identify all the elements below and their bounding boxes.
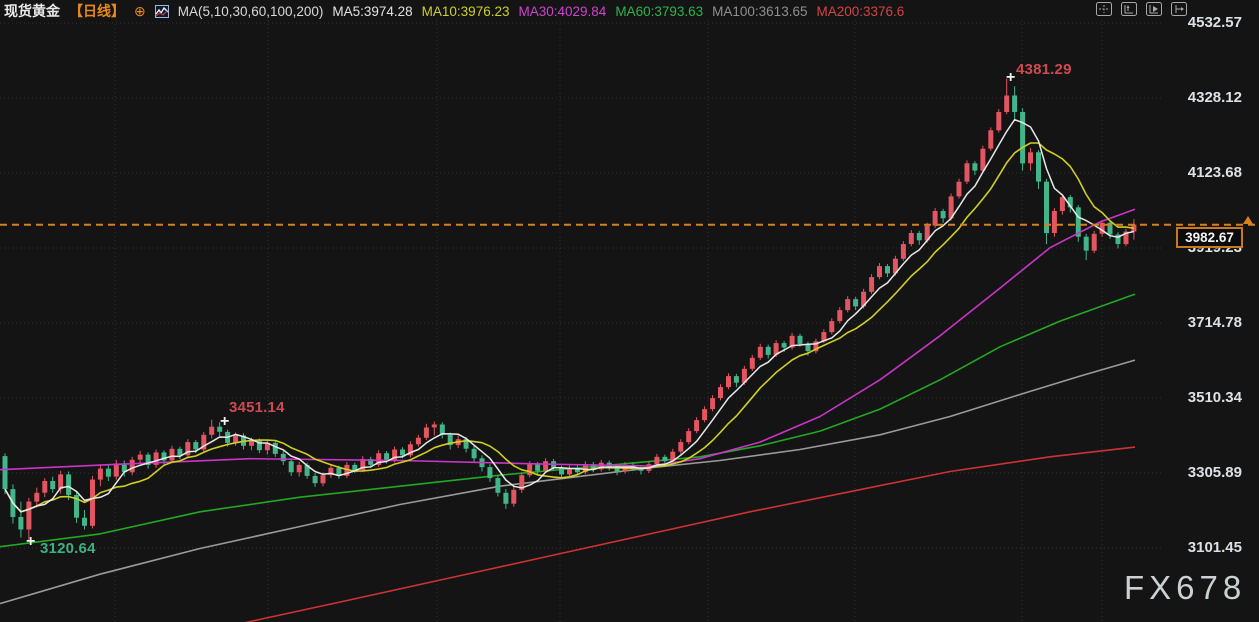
axis-price-label: 4123.68 bbox=[1164, 164, 1242, 181]
last-price-tag: 3982.67 bbox=[1176, 227, 1243, 248]
extreme-cross-marker: + bbox=[26, 537, 35, 547]
axis-price-label: 3714.78 bbox=[1164, 314, 1242, 331]
chart-header: 现货黄金 【日线】 ⊕ MA(5,10,30,60,100,200) MA5:3… bbox=[4, 1, 904, 21]
chart-toolbar bbox=[1096, 2, 1187, 16]
price-pointer-icon[interactable] bbox=[1243, 216, 1253, 224]
watermark: FX678 bbox=[1124, 569, 1246, 607]
indicator-chart-icon[interactable] bbox=[155, 5, 169, 18]
axis-price-label: 4532.57 bbox=[1164, 14, 1242, 31]
extreme-cross-marker: + bbox=[1006, 73, 1015, 83]
go-to-latest-icon[interactable] bbox=[1146, 2, 1162, 16]
ma60-value: MA60:3793.63 bbox=[615, 4, 703, 19]
ma100-value: MA100:3613.65 bbox=[712, 4, 807, 19]
add-indicator-icon[interactable]: ⊕ bbox=[134, 4, 146, 18]
ma10-value: MA10:3976.23 bbox=[422, 4, 510, 19]
shift-right-icon[interactable] bbox=[1171, 2, 1187, 16]
pan-crosshair-icon[interactable] bbox=[1096, 2, 1112, 16]
axis-price-label: 3510.34 bbox=[1164, 389, 1242, 406]
extreme-cross-marker: + bbox=[220, 417, 229, 427]
axis-price-label: 4328.12 bbox=[1164, 89, 1242, 106]
ma5-value: MA5:3974.28 bbox=[332, 4, 412, 19]
local-high-label: 3451.14 bbox=[229, 399, 285, 416]
ma30-value: MA30:4029.84 bbox=[518, 4, 606, 19]
ma200-value: MA200:3376.6 bbox=[816, 4, 904, 19]
axis-price-label: 3305.89 bbox=[1164, 464, 1242, 481]
symbol-name[interactable]: 现货黄金 bbox=[4, 1, 60, 21]
peak-high-label: 4381.29 bbox=[1016, 61, 1072, 78]
fit-scale-icon[interactable] bbox=[1121, 2, 1137, 16]
chart-window: 现货黄金 【日线】 ⊕ MA(5,10,30,60,100,200) MA5:3… bbox=[0, 0, 1259, 622]
candlestick-chart[interactable] bbox=[0, 0, 1259, 622]
low-label: 3120.64 bbox=[40, 540, 96, 557]
ma-params-label: MA(5,10,30,60,100,200) bbox=[178, 4, 324, 19]
timeframe-label[interactable]: 【日线】 bbox=[69, 1, 125, 21]
axis-price-label: 3101.45 bbox=[1164, 539, 1242, 556]
